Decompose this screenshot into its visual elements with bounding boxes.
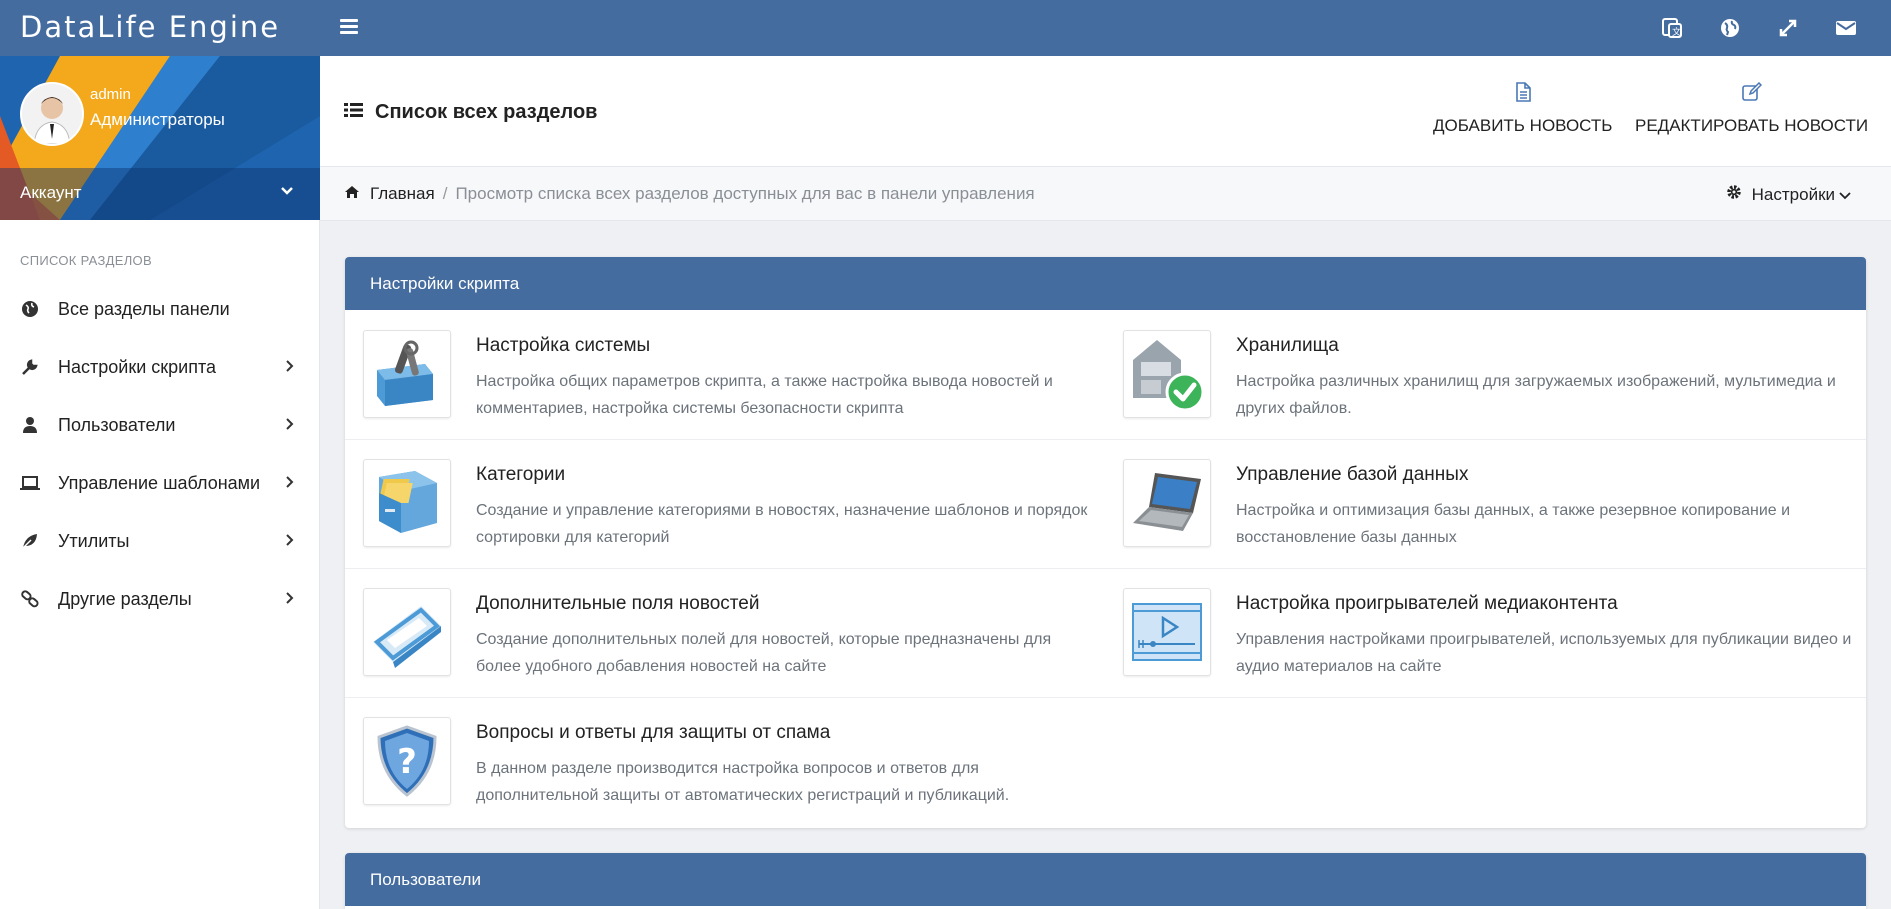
- list-icon: [344, 101, 363, 124]
- svg-text:文: 文: [1672, 26, 1681, 38]
- page-header: Список всех разделов ДОБАВИТЬ НОВОСТЬ РЕ…: [320, 56, 1891, 167]
- profile-username[interactable]: admin: [90, 86, 131, 103]
- sidebar-item-users[interactable]: Пользователи: [0, 396, 320, 454]
- sidebar-item-script-settings[interactable]: Настройки скрипта: [0, 338, 320, 396]
- chevron-right-icon: [284, 417, 294, 436]
- breadcrumb-home-link[interactable]: Главная: [370, 184, 435, 204]
- settings-dropdown[interactable]: Настройки: [1726, 184, 1851, 205]
- edit-icon: [1635, 82, 1868, 106]
- chevron-right-icon: [284, 475, 294, 494]
- sidebar: admin Администраторы Аккаунт СПИСОК РАЗД…: [0, 56, 320, 909]
- breadcrumb-current: Просмотр списка всех разделов доступных …: [455, 184, 1035, 203]
- edit-news-button[interactable]: РЕДАКТИРОВАТЬ НОВОСТИ: [1635, 82, 1868, 136]
- tile-title: Дополнительные поля новостей: [476, 593, 760, 614]
- tile-title: Хранилища: [1236, 335, 1339, 356]
- tile-description: Создание и управление категориями в ново…: [476, 502, 1088, 546]
- tile-title: Категории: [476, 464, 566, 485]
- tile-title: Настройка системы: [476, 335, 651, 356]
- panel-script-settings: Настройки скрипта Настройка системы Наст…: [345, 257, 1866, 828]
- avatar[interactable]: [20, 82, 84, 146]
- sidebar-section-title: СПИСОК РАЗДЕЛОВ: [20, 253, 152, 268]
- account-dropdown[interactable]: Аккаунт: [0, 168, 320, 220]
- panel-header: Пользователи: [345, 853, 1866, 906]
- sidebar-item-templates[interactable]: Управление шаблонами: [0, 454, 320, 512]
- sidebar-item-label: Другие разделы: [58, 588, 192, 609]
- sidebar-item-utilities[interactable]: Утилиты: [0, 512, 320, 570]
- settings-label: Настройки: [1751, 184, 1835, 204]
- tile-title: Управление базой данных: [1236, 464, 1469, 485]
- account-label: Аккаунт: [20, 183, 82, 202]
- translate-icon[interactable]: 文: [1657, 13, 1687, 43]
- breadcrumb: Главная / Просмотр списка всех разделов …: [344, 184, 1035, 204]
- envelope-icon[interactable]: [1831, 13, 1861, 43]
- laptop-icon: [1123, 459, 1211, 547]
- wrench-icon: [20, 357, 40, 377]
- brand-logo[interactable]: DataLife Engine: [0, 0, 320, 56]
- profile-card: admin Администраторы Аккаунт: [0, 56, 320, 220]
- page-title: Список всех разделов: [344, 101, 597, 124]
- chevron-right-icon: [284, 591, 294, 610]
- sidebar-item-label: Утилиты: [58, 530, 130, 551]
- storage-check-icon: [1123, 330, 1211, 418]
- sidebar-item-label: Пользователи: [58, 414, 176, 435]
- panel-header: Настройки скрипта: [345, 257, 1866, 310]
- file-text-icon: [1433, 82, 1612, 106]
- add-news-button[interactable]: ДОБАВИТЬ НОВОСТЬ: [1433, 82, 1612, 136]
- tile-extra-fields[interactable]: Дополнительные поля новостей Создание до…: [345, 568, 1105, 697]
- leaf-icon: [20, 531, 40, 551]
- toolbox-icon: [363, 330, 451, 418]
- chevron-down-icon: [1839, 185, 1851, 205]
- sidebar-item-all-sections[interactable]: Все разделы панели: [0, 280, 320, 338]
- sidebar-item-label: Все разделы панели: [58, 298, 230, 319]
- ruler-icon: [363, 588, 451, 676]
- tile-title: Вопросы и ответы для защиты от спама: [476, 722, 831, 743]
- globe-icon[interactable]: [1715, 13, 1745, 43]
- media-player-icon: [1123, 588, 1211, 676]
- tile-description: Настройка различных хранилищ для загружа…: [1236, 373, 1836, 417]
- tile-description: Управления настройками проигрывателей, и…: [1236, 631, 1852, 675]
- chevron-right-icon: [284, 533, 294, 552]
- menu-toggle-icon[interactable]: [336, 14, 362, 40]
- sidebar-item-other-sections[interactable]: Другие разделы: [0, 570, 320, 628]
- tile-description: Создание дополнительных полей для новост…: [476, 631, 1052, 675]
- sidebar-item-label: Настройки скрипта: [58, 356, 217, 377]
- file-drawer-icon: [363, 459, 451, 547]
- sidebar-menu: Все разделы панели Настройки скрипта Пол…: [0, 280, 320, 628]
- tile-system-settings[interactable]: Настройка системы Настройка общих параме…: [345, 310, 1105, 439]
- sidebar-item-label: Управление шаблонами: [58, 472, 261, 493]
- gear-icon: [1726, 184, 1742, 205]
- tile-media-players[interactable]: Настройка проигрывателей медиаконтента У…: [1105, 568, 1865, 697]
- tile-description: Настройка общих параметров скрипта, а та…: [476, 373, 1053, 417]
- expand-icon[interactable]: [1773, 13, 1803, 43]
- panel-users: Пользователи: [345, 853, 1866, 909]
- chevron-down-icon: [280, 184, 294, 203]
- top-navbar: DataLife Engine 文: [0, 0, 1891, 56]
- breadcrumb-separator: /: [442, 184, 448, 203]
- tile-description: Настройка и оптимизация базы данных, а т…: [1236, 502, 1791, 546]
- page-title-text: Список всех разделов: [375, 101, 598, 123]
- tile-storages[interactable]: Хранилища Настройка различных хранилищ д…: [1105, 310, 1865, 439]
- svg-text:?: ?: [397, 742, 417, 782]
- tile-description: В данном разделе производится настройка …: [476, 760, 1010, 804]
- tile-categories[interactable]: Категории Создание и управление категори…: [345, 439, 1105, 568]
- breadcrumb-bar: Главная / Просмотр списка всех разделов …: [320, 167, 1891, 221]
- user-icon: [20, 415, 40, 435]
- chevron-right-icon: [284, 359, 294, 378]
- question-shield-icon: ?: [363, 717, 451, 805]
- tile-title: Настройка проигрывателей медиаконтента: [1236, 593, 1618, 614]
- tile-database[interactable]: Управление базой данных Настройка и опти…: [1105, 439, 1865, 568]
- profile-group[interactable]: Администраторы: [90, 110, 225, 130]
- laptop-icon: [20, 473, 40, 493]
- tile-spam-questions[interactable]: ? Вопросы и ответы для защиты от спама В…: [345, 697, 1105, 826]
- link-icon: [20, 589, 40, 609]
- home-icon[interactable]: [344, 184, 360, 204]
- globe-icon: [20, 299, 40, 319]
